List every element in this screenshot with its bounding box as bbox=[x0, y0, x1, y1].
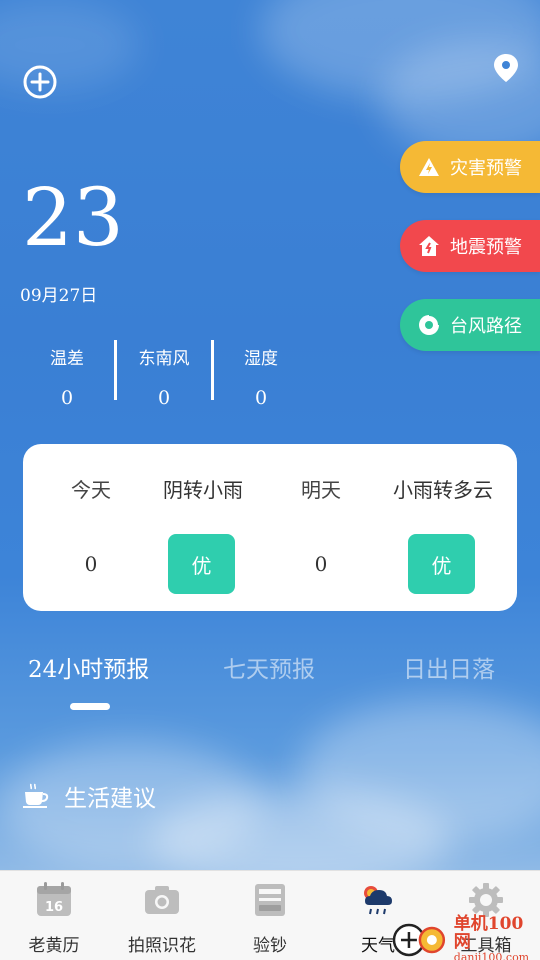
today-aqi-value: 0 bbox=[84, 552, 98, 576]
tomorrow-label: 明天 bbox=[301, 478, 341, 502]
today-air-quality-badge[interactable]: 优 bbox=[168, 534, 235, 594]
stat-value: 0 bbox=[157, 387, 171, 409]
tomorrow-aqi-value: 0 bbox=[314, 552, 328, 576]
tomorrow-air-quality-badge[interactable]: 优 bbox=[408, 534, 475, 594]
plus-circle-icon bbox=[23, 65, 57, 99]
alert-label: 台风路径 bbox=[450, 316, 522, 337]
stat-label: 东南风 bbox=[138, 349, 190, 369]
life-suggestions-header: 生活建议 bbox=[22, 779, 156, 813]
forecast-card: 今天 阴转小雨 明天 小雨转多云 0 优 0 优 bbox=[23, 444, 517, 611]
stat-humidity: 湿度 0 bbox=[214, 340, 308, 409]
nav-label: 老黄历 bbox=[28, 936, 80, 956]
watermark-logo-icon bbox=[392, 923, 446, 957]
banknote-checker-icon bbox=[255, 884, 285, 916]
location-button[interactable] bbox=[490, 52, 522, 84]
forecast-tabs: 24小时预报 七天预报 日出日落 bbox=[0, 650, 540, 690]
earthquake-house-icon bbox=[418, 235, 440, 257]
tomorrow-condition: 小雨转多云 bbox=[393, 478, 493, 502]
today-condition: 阴转小雨 bbox=[163, 478, 243, 502]
typhoon-icon bbox=[418, 314, 440, 336]
alert-label: 地震预警 bbox=[450, 237, 522, 258]
watermark-text-block: 单机100网 danji100.com bbox=[454, 915, 540, 960]
typhoon-path-button[interactable]: 台风路径 bbox=[400, 299, 540, 351]
alert-label: 灾害预警 bbox=[450, 158, 522, 179]
tab-seven-day[interactable]: 七天预报 bbox=[223, 650, 315, 684]
tab-24-hour[interactable]: 24小时预报 bbox=[28, 650, 149, 684]
stat-label: 湿度 bbox=[244, 349, 278, 369]
camera-icon bbox=[145, 886, 179, 914]
nav-flower-recognition[interactable]: 拍照识花 bbox=[108, 871, 216, 960]
site-watermark: 单机100网 danji100.com bbox=[392, 915, 540, 960]
calendar-icon: 16 bbox=[37, 882, 71, 916]
earthquake-warning-button[interactable]: 地震预警 bbox=[400, 220, 540, 272]
nav-label: 验钞 bbox=[253, 936, 287, 956]
nav-almanac[interactable]: 16 老黄历 bbox=[0, 871, 108, 960]
watermark-sub: danji100.com bbox=[453, 950, 530, 960]
weather-rain-cloud-icon bbox=[364, 886, 392, 915]
nav-label: 拍照识花 bbox=[128, 936, 196, 956]
current-date: 09月27日 bbox=[20, 286, 98, 306]
life-suggestions-title: 生活建议 bbox=[64, 786, 156, 812]
current-temperature: 23 bbox=[22, 171, 124, 264]
stat-label: 温差 bbox=[50, 349, 84, 369]
location-pin-icon bbox=[494, 54, 518, 82]
stat-value: 0 bbox=[254, 387, 268, 409]
active-tab-indicator bbox=[70, 703, 110, 710]
stat-value: 0 bbox=[60, 387, 74, 409]
weather-stats: 温差 0 东南风 0 湿度 0 bbox=[20, 340, 308, 409]
today-label: 今天 bbox=[71, 478, 111, 502]
add-city-button[interactable] bbox=[22, 64, 58, 100]
disaster-warning-button[interactable]: 灾害预警 bbox=[400, 141, 540, 193]
nav-banknote-check[interactable]: 验钞 bbox=[216, 871, 324, 960]
coffee-cup-icon bbox=[23, 783, 49, 808]
calendar-day: 16 bbox=[45, 900, 63, 915]
warning-triangle-icon bbox=[418, 156, 440, 178]
stat-wind: 东南风 0 bbox=[117, 340, 211, 409]
watermark-text: 单机100网 bbox=[453, 913, 524, 952]
sky-background bbox=[0, 0, 540, 870]
stat-temp-diff: 温差 0 bbox=[20, 340, 114, 409]
tab-sunrise-sunset[interactable]: 日出日落 bbox=[403, 650, 495, 684]
